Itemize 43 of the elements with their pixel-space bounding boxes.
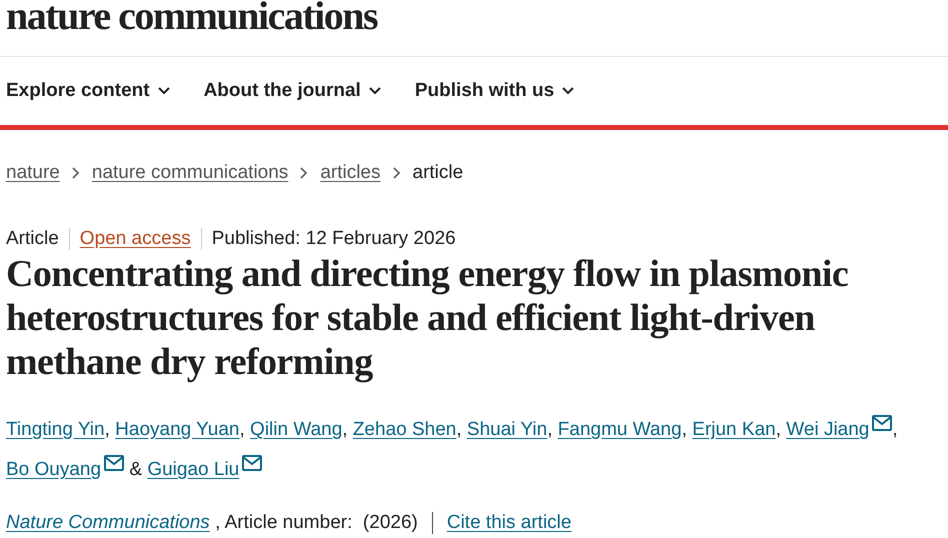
open-access-link[interactable]: Open access <box>80 228 191 249</box>
nav-menu-button[interactable]: Explore content <box>6 80 170 102</box>
author-separator: , <box>547 419 552 440</box>
article-title: Concentrating and directing energy flow in plasmonic heterostructures for stable and efficient light-driven methane dry reforming <box>5 252 850 384</box>
published-date: Published: 12 February 2026 <box>200 228 466 250</box>
chevron-right-icon <box>300 167 308 179</box>
author-separator: , <box>104 419 110 440</box>
author-separator: , <box>239 419 245 440</box>
author-link[interactable]: Bo Ouyang <box>6 459 124 480</box>
author-separator: , <box>456 419 462 440</box>
author-link[interactable]: Wei Jiang <box>786 419 892 440</box>
author-link[interactable]: Shuai Yin <box>466 419 548 440</box>
chevron-right-icon <box>72 167 80 179</box>
breadcrumb-link[interactable]: nature communications <box>92 162 288 184</box>
author-separator: & <box>129 459 142 480</box>
author-separator: , <box>342 419 348 440</box>
mail-icon[interactable] <box>242 455 262 471</box>
journal-logo[interactable]: nature communications <box>0 0 948 56</box>
breadcrumb-current: article <box>412 162 464 184</box>
author-link[interactable]: Qilin Wang <box>250 419 342 440</box>
author-link[interactable]: Fangmu Wang <box>558 419 682 440</box>
chevron-right-icon <box>392 167 400 179</box>
author-link[interactable]: Tingting Yin <box>6 419 105 440</box>
mail-icon[interactable] <box>872 415 892 431</box>
article-number: , Article number: (2026) <box>210 512 433 534</box>
nav-menu-button[interactable]: About the journal <box>204 80 381 102</box>
author-link[interactable]: Guigao Liu <box>147 459 262 480</box>
journal-link[interactable]: Nature Communications <box>6 512 210 534</box>
nav-menu-button[interactable]: Publish with us <box>414 80 574 102</box>
breadcrumb-link[interactable]: nature <box>6 162 60 184</box>
chevron-down-icon <box>562 87 574 95</box>
author-link[interactable]: Erjun Kan <box>692 419 776 440</box>
mail-icon[interactable] <box>104 455 124 471</box>
author-separator: , <box>892 419 898 440</box>
author-link[interactable]: Zehao Shen <box>352 419 456 440</box>
author-link[interactable]: Haoyang Yuan <box>115 419 240 440</box>
chevron-down-icon <box>368 87 381 95</box>
breadcrumb-link[interactable]: articles <box>320 162 380 184</box>
cite-link[interactable]: Cite this article <box>446 512 572 534</box>
author-separator: , <box>776 419 781 440</box>
author-separator: , <box>682 419 687 440</box>
article-type: Article <box>6 228 60 250</box>
chevron-down-icon <box>158 87 170 95</box>
